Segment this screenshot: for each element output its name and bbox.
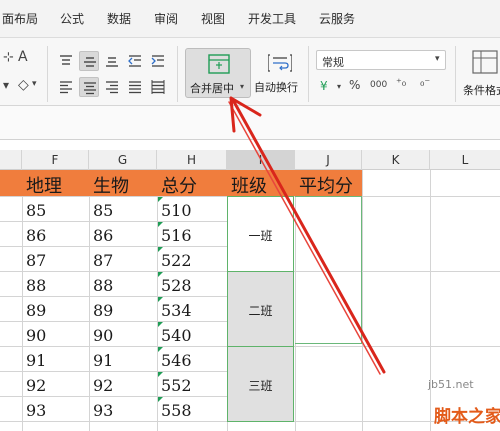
annotation-arrow — [228, 96, 386, 375]
watermark-site: 脚本之家 — [434, 407, 500, 427]
watermark-url: jb51.net — [428, 378, 474, 391]
